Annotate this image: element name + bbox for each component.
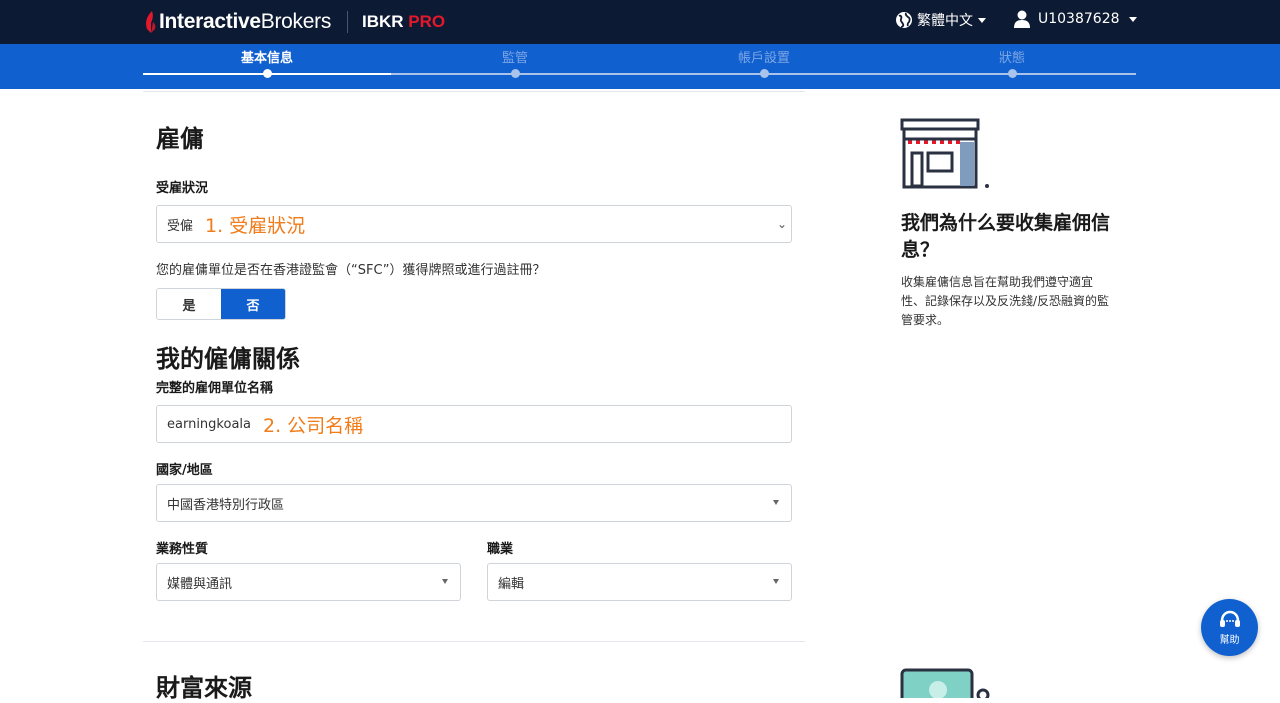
headset-icon [1219, 610, 1240, 627]
progress-steps [0, 44, 1280, 89]
brand-name: InteractiveBrokers [159, 10, 332, 33]
employer-name-label: 完整的雇佣單位名稱 [156, 381, 274, 396]
account-menu[interactable]: U10387628 [1014, 10, 1137, 28]
product-name: IBKR PRO [362, 12, 446, 31]
employment-status-select[interactable]: 受僱 1. 受雇狀況 ⌄ [156, 205, 792, 243]
employment-title: 雇傭 [156, 125, 204, 153]
step-dot [1007, 69, 1017, 78]
occupation-select[interactable]: 編輯 [487, 563, 792, 601]
step-dot [262, 69, 272, 78]
chevron-down-icon [978, 18, 986, 23]
sfc-question: 您的雇傭單位是否在香港證監會（“SFC”）獲得牌照或進行過註冊？ [156, 263, 546, 278]
language-menu[interactable]: 繁體中文 [895, 10, 986, 30]
dropdown-arrow-icon [773, 500, 779, 505]
brand-flame-icon [146, 11, 156, 33]
dropdown-arrow-icon [442, 579, 448, 584]
business-nature-select[interactable]: 媒體與通訊 [156, 563, 461, 601]
sfc-toggle: 是 否 [156, 288, 286, 320]
step-label: 帳戶設置 [737, 51, 790, 66]
occupation-value: 編輯 [498, 576, 525, 592]
document-icon [900, 668, 990, 698]
employer-name-value: earningkoala [167, 416, 251, 432]
employment-status-value: 受僱 [167, 218, 194, 234]
country-label: 國家/地區 [156, 463, 213, 478]
step-dot [510, 69, 520, 78]
country-select[interactable]: 中國香港特別行政區 [156, 484, 792, 522]
relationship-title: 我的僱傭關係 [156, 345, 300, 373]
business-nature-label: 業務性質 [156, 542, 209, 557]
top-navbar: InteractiveBrokers IBKR PRO 繁體中文 U103876… [0, 0, 1280, 44]
language-label: 繁體中文 [917, 13, 973, 29]
no-option[interactable]: 否 [221, 289, 285, 319]
annotation-label: 1. 受雇狀況 [205, 214, 306, 237]
step-status[interactable]: 狀態 [962, 47, 1062, 78]
employment-status-label: 受雇狀況 [156, 181, 209, 196]
step-regulatory[interactable]: 監管 [465, 47, 565, 78]
step-basic-info[interactable]: 基本信息 [217, 47, 317, 78]
help-label: 幫助 [1219, 634, 1240, 646]
annotation-label: 2. 公司名稱 [263, 414, 364, 437]
step-label: 狀態 [998, 51, 1025, 66]
brand-logo[interactable]: InteractiveBrokers [143, 8, 331, 36]
business-nature-value: 媒體與通訊 [167, 576, 233, 592]
chevron-down-icon [1128, 17, 1137, 22]
yes-option[interactable]: 是 [157, 289, 221, 319]
help-button[interactable]: 幫助 [1201, 599, 1258, 656]
occupation-label: 職業 [487, 542, 514, 557]
step-dot [759, 69, 769, 78]
section-divider [143, 91, 805, 92]
employer-name-input[interactable]: earningkoala 2. 公司名稱 [156, 405, 792, 443]
dropdown-arrow-icon [773, 579, 779, 584]
section-divider [143, 641, 805, 642]
info-panel-body: 收集雇傭信息旨在幫助我們遵守適宜性、記錄保存以及反洗錢/反恐融資的監管要求。 [901, 275, 1110, 327]
header-divider [347, 11, 348, 33]
chevron-down-icon: ⌄ [776, 217, 787, 231]
storefront-icon [900, 118, 989, 189]
step-label: 基本信息 [240, 51, 293, 66]
account-id: U10387628 [1038, 11, 1120, 27]
step-label: 監管 [501, 51, 528, 66]
country-value: 中國香港特別行政區 [167, 497, 285, 513]
user-icon [1014, 10, 1030, 28]
info-panel-title: 我們為什么要收集雇佣信息？ [901, 212, 1111, 261]
step-account-setup[interactable]: 帳戶設置 [714, 47, 814, 78]
globe-icon [896, 12, 912, 28]
